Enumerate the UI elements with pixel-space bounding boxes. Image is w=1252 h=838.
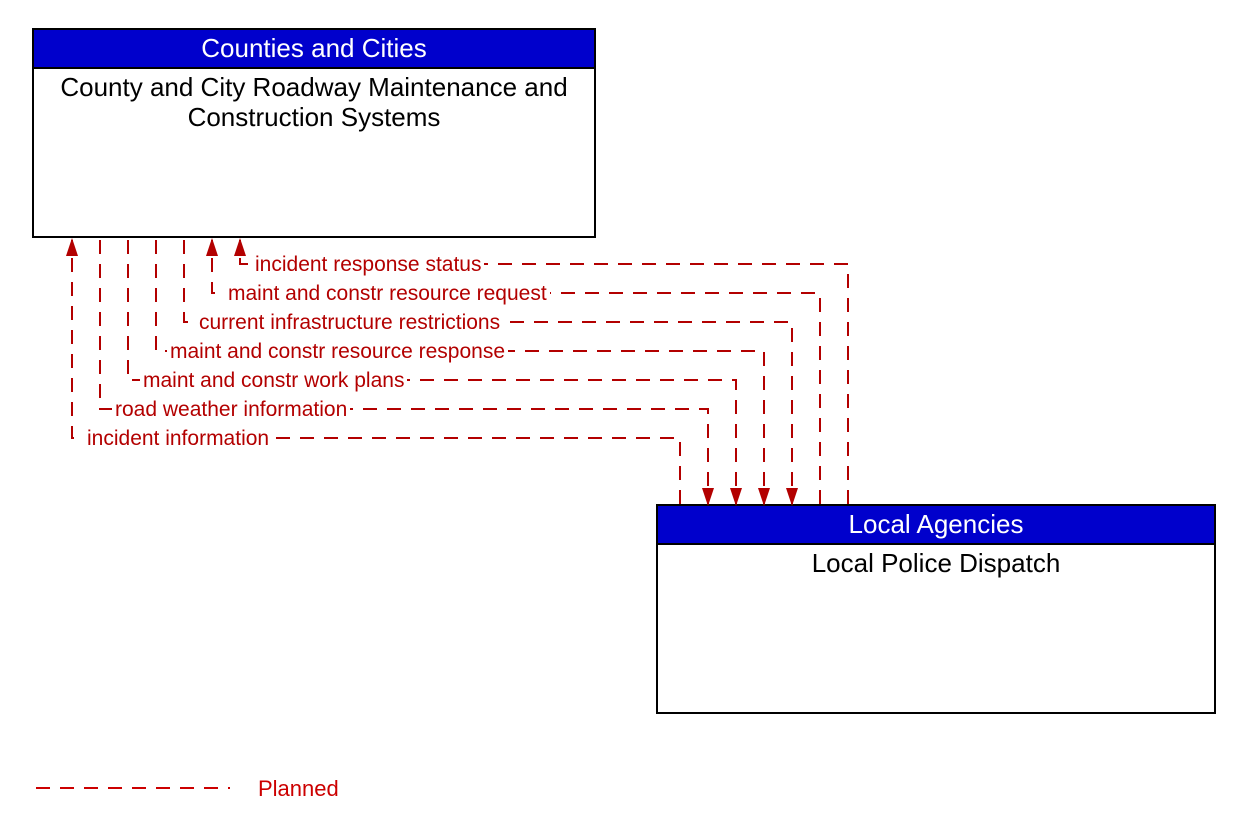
entity-body: Local Police Dispatch xyxy=(658,545,1214,583)
entity-body: County and City Roadway Maintenance and … xyxy=(34,69,594,137)
entity-local-agencies[interactable]: Local Agencies Local Police Dispatch xyxy=(656,504,1216,714)
entity-counties-cities[interactable]: Counties and Cities County and City Road… xyxy=(32,28,596,238)
flow-label-work-plans: maint and constr work plans xyxy=(140,369,407,393)
flow-label-road-weather: road weather information xyxy=(112,398,350,422)
legend-planned: Planned xyxy=(258,776,339,802)
entity-header: Local Agencies xyxy=(658,506,1214,545)
flow-label-resource-request: maint and constr resource request xyxy=(225,282,550,306)
flow-label-incident-response-status: incident response status xyxy=(252,253,484,277)
entity-header: Counties and Cities xyxy=(34,30,594,69)
flow-label-resource-response: maint and constr resource response xyxy=(167,340,508,364)
flow-label-infrastructure-restrictions: current infrastructure restrictions xyxy=(196,311,503,335)
flow-label-incident-information: incident information xyxy=(84,427,272,451)
